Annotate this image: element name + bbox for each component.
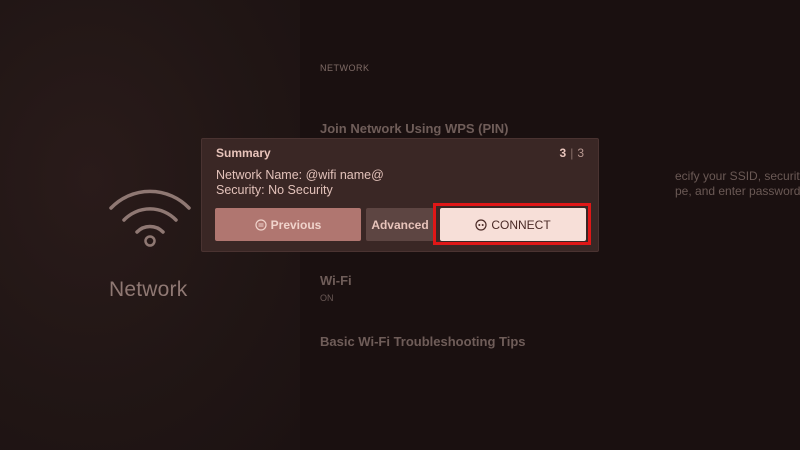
previous-button-label: Previous [270, 217, 322, 232]
previous-button[interactable]: Previous [215, 208, 361, 241]
advanced-button-label: Advanced [371, 217, 429, 232]
settings-item-wifi[interactable]: Wi-Fi [320, 273, 352, 288]
left-panel-title: Network [109, 278, 188, 301]
settings-item-wifi-status: ON [320, 293, 334, 303]
step-total: 3 [577, 146, 584, 160]
settings-item-troubleshooting[interactable]: Basic Wi-Fi Troubleshooting Tips [320, 334, 526, 349]
settings-item-join-wps[interactable]: Join Network Using WPS (PIN) [320, 121, 509, 136]
previous-icon [255, 218, 267, 231]
connect-icon [475, 218, 487, 231]
wifi-icon [109, 189, 191, 247]
step-separator: | [570, 146, 574, 160]
section-header: NETWORK [320, 63, 370, 73]
step-indicator: 3 | 3 [560, 146, 585, 160]
summary-dialog: Summary 3 | 3 Network Name: @wifi name@ Se… [201, 138, 599, 252]
dialog-title: Summary [216, 146, 271, 160]
advanced-button[interactable]: Advanced [366, 208, 434, 241]
security-value: Security: No Security [216, 183, 333, 197]
settings-item-description: ecify your SSID, security pe, and enter … [675, 169, 800, 199]
network-name-value: Network Name: @wifi name@ [216, 168, 384, 182]
description-line-2: pe, and enter password. [675, 184, 800, 198]
step-current: 3 [559, 146, 567, 160]
description-line-1: ecify your SSID, security [675, 169, 800, 183]
connect-button[interactable]: CONNECT [440, 208, 586, 241]
connect-button-label: CONNECT [491, 217, 551, 232]
